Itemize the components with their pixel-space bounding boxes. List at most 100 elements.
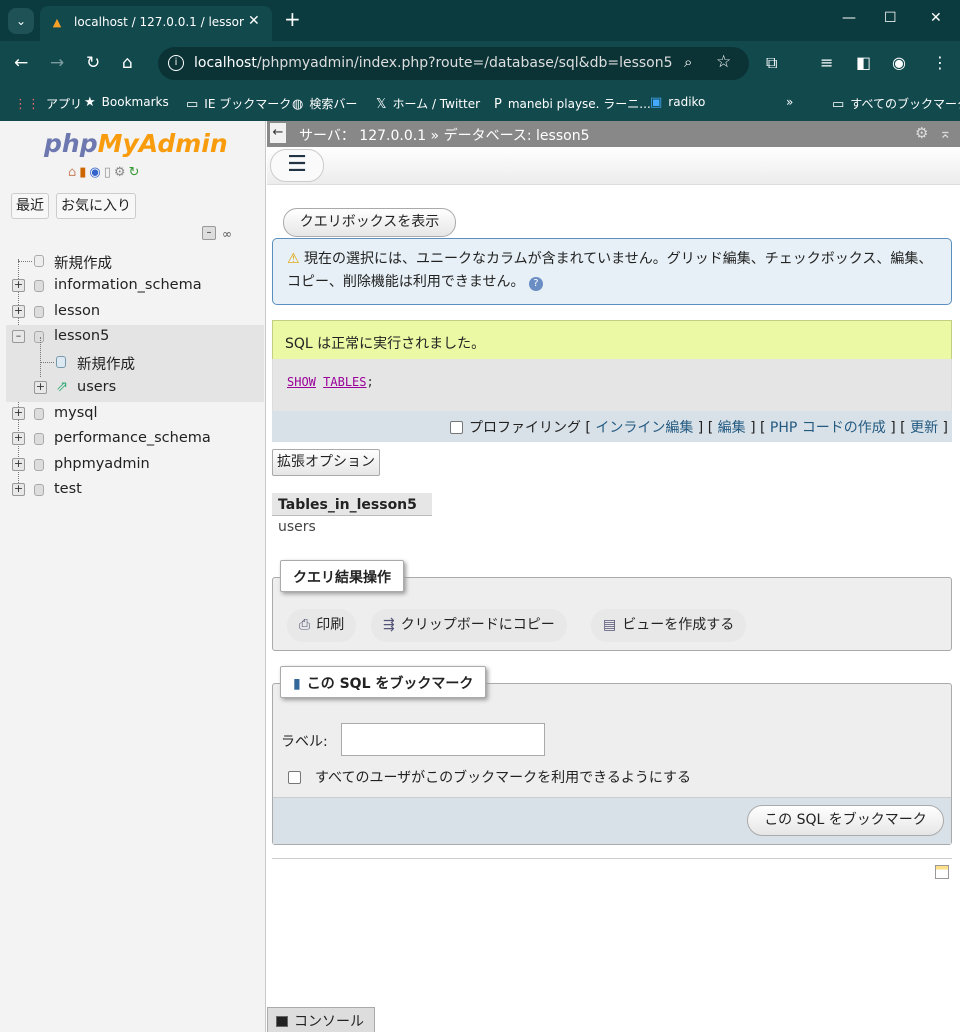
column-header[interactable]: Tables_in_lesson5 [272, 493, 432, 516]
bookmark-sql-button[interactable]: この SQL をブックマーク [747, 805, 944, 836]
notepad-icon[interactable] [935, 865, 949, 879]
home-icon[interactable]: ⌂ [68, 165, 79, 180]
table-icon: ⇗ [56, 379, 69, 395]
bookmark-sql-legend: ▮ この SQL をブックマーク [280, 666, 487, 698]
console-toggle[interactable]: コンソール [267, 1007, 375, 1032]
tree-item-test[interactable]: + test [0, 478, 266, 503]
minimize-button[interactable]: — [842, 10, 856, 26]
tree-item-information-schema[interactable]: + information_schema [0, 274, 266, 299]
expand-icon[interactable]: + [12, 279, 25, 292]
profile-avatar[interactable]: ◉ [892, 53, 906, 72]
sql-query-display: SHOW TABLES; [272, 359, 952, 411]
recent-tab[interactable]: 最近 [11, 193, 49, 219]
tree-item-phpmyadmin[interactable]: + phpmyadmin [0, 453, 266, 478]
back-icon[interactable]: ← [14, 53, 28, 73]
extended-options-button[interactable]: 拡張オプション [272, 449, 380, 476]
extensions-icon[interactable]: ⧉ [766, 53, 777, 73]
clipboard-icon: ⇶ [383, 617, 395, 633]
collapse-nav-icon[interactable]: ← [270, 123, 286, 143]
more-bookmarks-icon[interactable]: » [786, 95, 793, 109]
expand-icon[interactable]: + [12, 483, 25, 496]
favorites-tab[interactable]: お気に入り [56, 193, 136, 219]
bookmark-footer: この SQL をブックマーク [273, 797, 951, 844]
site-info-icon[interactable]: i [168, 55, 184, 71]
bookmark-manebi[interactable]: Pmanebi playse. ラーニ... [494, 95, 651, 112]
result-table: Tables_in_lesson5 users [272, 493, 432, 538]
help-icon[interactable]: ? [528, 277, 543, 291]
notice-message: ⚠ 現在の選択には、ユニークなカラムが含まれていません。グリッド編集、チェックボ… [272, 238, 952, 305]
settings-icon[interactable]: ⚙ [915, 124, 928, 142]
edit-link[interactable]: 編集 [718, 420, 746, 436]
media-control-icon[interactable]: ≡ [820, 53, 833, 72]
browser-window: ⌄ ▲ localhost / 127.0.0.1 / lesson5 | p … [0, 0, 960, 1032]
success-message: SQL は正常に実行されました。 [272, 320, 952, 359]
tree-item-new[interactable]: 新規作成 [0, 249, 266, 274]
maximize-button[interactable]: ☐ [884, 10, 897, 26]
forward-icon[interactable]: → [50, 53, 64, 73]
database-icon [34, 331, 44, 343]
logout-icon[interactable]: ▮ [79, 165, 89, 180]
main-panel: ← サーバ： 127.0.0.1 » データベース: lesson5 ⚙ ⌅ ☰… [267, 121, 960, 1032]
bookmark-all[interactable]: ▭ すべてのブックマーク [832, 95, 960, 112]
hamburger-menu-button[interactable]: ☰ [270, 149, 324, 182]
copy-to-clipboard-button[interactable]: ⇶ クリップボードにコピー [371, 609, 567, 642]
tree-item-mysql[interactable]: + mysql [0, 402, 266, 427]
print-button[interactable]: ⎙ 印刷 [287, 609, 357, 642]
tree-item-performance-schema[interactable]: + performance_schema [0, 427, 266, 452]
phpmyadmin-logo[interactable]: phpMyAdmin [44, 129, 228, 158]
expand-icon[interactable]: + [34, 381, 47, 394]
create-php-code-link[interactable]: PHP コードの作成 [770, 420, 886, 436]
reload-icon[interactable]: ↻ [86, 53, 100, 73]
tab-search-button[interactable]: ⌄ [8, 8, 34, 34]
docs-icon[interactable]: ▯ [104, 165, 114, 180]
quick-links: ⌂▮◉▯⚙↻ [68, 165, 142, 180]
hide-topbar-icon[interactable]: ⌅ [939, 124, 952, 142]
collapse-all-icon[interactable]: – [202, 226, 216, 240]
expand-icon[interactable]: + [12, 458, 25, 471]
close-tab-icon[interactable]: ✕ [248, 13, 260, 29]
tree-item-lesson5-new[interactable]: 新規作成 [0, 350, 266, 375]
printer-icon: ⎙ [299, 617, 311, 633]
new-table-icon [56, 356, 66, 368]
tree-item-lesson[interactable]: + lesson [0, 300, 266, 325]
close-window-button[interactable]: ✕ [930, 10, 942, 26]
menu-icon[interactable]: ⋮ [932, 53, 948, 72]
expand-icon[interactable]: + [12, 305, 25, 318]
tree-item-users[interactable]: + ⇗ users [0, 376, 266, 401]
bookmark-apps[interactable]: ⋮⋮ アプリ [14, 95, 82, 112]
show-query-box-button[interactable]: クエリボックスを表示 [283, 208, 456, 237]
expand-icon[interactable]: + [12, 407, 25, 420]
bookmark-twitter[interactable]: 𝕏 ホーム / Twitter [376, 95, 480, 112]
profiling-checkbox[interactable] [449, 421, 463, 434]
bookmark-search-bar[interactable]: ◍ 検索バー [292, 95, 357, 112]
console-icon [276, 1016, 288, 1027]
breadcrumb[interactable]: サーバ： 127.0.0.1 » データベース: lesson5 [299, 125, 589, 145]
bookmark-label-text: ラベル: [281, 734, 328, 750]
bookmark-ie[interactable]: ▭ IE ブックマーク [186, 95, 291, 112]
help-icon[interactable]: ◉ [89, 165, 103, 180]
bookmark-radiko[interactable]: ▣ radiko [650, 95, 705, 110]
expand-icon[interactable]: + [12, 432, 25, 445]
bookmark-label-input[interactable] [341, 723, 545, 756]
address-bar[interactable]: i localhost/phpmyadmin/index.php?route=/… [158, 47, 749, 80]
url-text[interactable]: localhost/phpmyadmin/index.php?route=/da… [194, 55, 673, 71]
home-icon[interactable]: ⌂ [122, 53, 133, 73]
reload-nav-icon[interactable]: ↻ [129, 165, 143, 180]
database-icon [34, 408, 44, 420]
database-icon [34, 433, 44, 445]
settings-icon[interactable]: ⚙ [114, 165, 129, 180]
browser-tab[interactable]: ▲ localhost / 127.0.0.1 / lesson5 | p ✕ [40, 6, 272, 41]
share-bookmark-checkbox[interactable] [288, 771, 301, 784]
collapse-icon[interactable]: – [12, 330, 25, 343]
zoom-icon[interactable]: ⌕ [684, 53, 692, 71]
bookmark-icon: ▮ [293, 676, 301, 692]
refresh-link[interactable]: 更新 [910, 420, 938, 436]
side-panel-icon[interactable]: ◧ [856, 53, 871, 72]
bookmark-star-icon[interactable]: ☆ [716, 52, 731, 72]
bookmark-bookmarks[interactable]: ★ Bookmarks [84, 95, 169, 110]
divider [272, 858, 952, 859]
link-with-main-icon[interactable]: ∞ [222, 227, 232, 241]
new-tab-button[interactable]: + [284, 8, 301, 30]
inline-edit-link[interactable]: インライン編集 [595, 420, 693, 436]
create-view-button[interactable]: ▤ ビューを作成する [591, 609, 747, 642]
